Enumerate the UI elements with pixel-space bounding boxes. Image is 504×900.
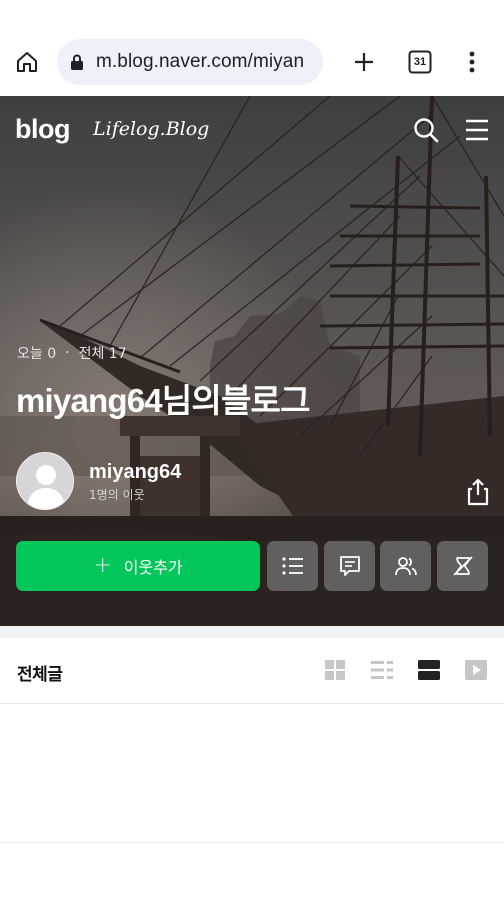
section-divider: [0, 626, 504, 638]
post-list-header: 전체글: [0, 638, 504, 704]
avatar[interactable]: [16, 452, 74, 510]
post-list-button[interactable]: [267, 541, 318, 591]
neighbors-button[interactable]: [380, 541, 431, 591]
add-neighbor-label: 이웃추가: [123, 558, 183, 577]
browser-toolbar: m.blog.naver.com/miyan 31: [0, 28, 504, 96]
default-profile-icon: [17, 453, 73, 509]
plus-icon: [355, 53, 373, 71]
hide-icon: [452, 556, 473, 576]
add-neighbor-button[interactable]: + 이웃추가: [16, 541, 260, 591]
status-bar-area: [0, 0, 504, 28]
list-icon: [281, 557, 303, 575]
hide-button[interactable]: [437, 541, 488, 591]
memo-icon: [339, 556, 360, 576]
share-icon: [467, 478, 489, 506]
grid-view-button[interactable]: [322, 657, 348, 683]
neighbor-count[interactable]: 1명의 이웃: [89, 486, 145, 503]
post-list-content: [0, 705, 504, 843]
post-category-title[interactable]: 전체글: [17, 660, 63, 685]
home-icon: [17, 52, 37, 72]
lock-icon: [71, 54, 83, 70]
list-view-button[interactable]: [369, 657, 395, 683]
video-view-icon: [465, 660, 487, 680]
video-view-button[interactable]: [463, 657, 489, 683]
today-visits: 오늘 0: [17, 346, 57, 362]
blog-title: miyang64님의블로그: [16, 382, 310, 419]
card-view-icon: [418, 660, 440, 680]
hamburger-menu-button[interactable]: [460, 113, 494, 147]
page-footer-area: [0, 844, 504, 900]
visit-stats: 오늘 0 · 전체 17: [17, 343, 127, 363]
home-button[interactable]: [10, 45, 44, 79]
grid-view-icon: [325, 660, 345, 680]
tab-switcher-button[interactable]: 31: [405, 47, 435, 77]
neighbors-icon: [394, 557, 417, 576]
search-icon: [414, 118, 439, 143]
stats-separator: ·: [65, 345, 70, 361]
url-text: m.blog.naver.com/miyan: [96, 51, 305, 72]
hamburger-icon: [466, 119, 488, 141]
owner-name[interactable]: miyang64: [89, 461, 181, 484]
list-view-icon: [371, 661, 393, 679]
search-button[interactable]: [409, 113, 443, 147]
address-bar[interactable]: m.blog.naver.com/miyan: [57, 39, 323, 85]
memo-button[interactable]: [324, 541, 375, 591]
tab-count: 31: [413, 56, 427, 68]
more-vert-icon: [469, 51, 475, 73]
blog-subtitle: Lifelog.Blog: [93, 118, 210, 140]
browser-menu-button[interactable]: [455, 45, 489, 79]
new-tab-button[interactable]: [347, 45, 381, 79]
blog-logo[interactable]: blog: [15, 114, 70, 145]
card-view-button[interactable]: [416, 657, 442, 683]
add-icon: +: [93, 553, 112, 578]
share-button[interactable]: [462, 476, 494, 508]
blog-cover: blog Lifelog.Blog 오늘 0 · 전체 17 miyang64님…: [0, 96, 504, 626]
total-visits: 전체 17: [78, 346, 127, 362]
